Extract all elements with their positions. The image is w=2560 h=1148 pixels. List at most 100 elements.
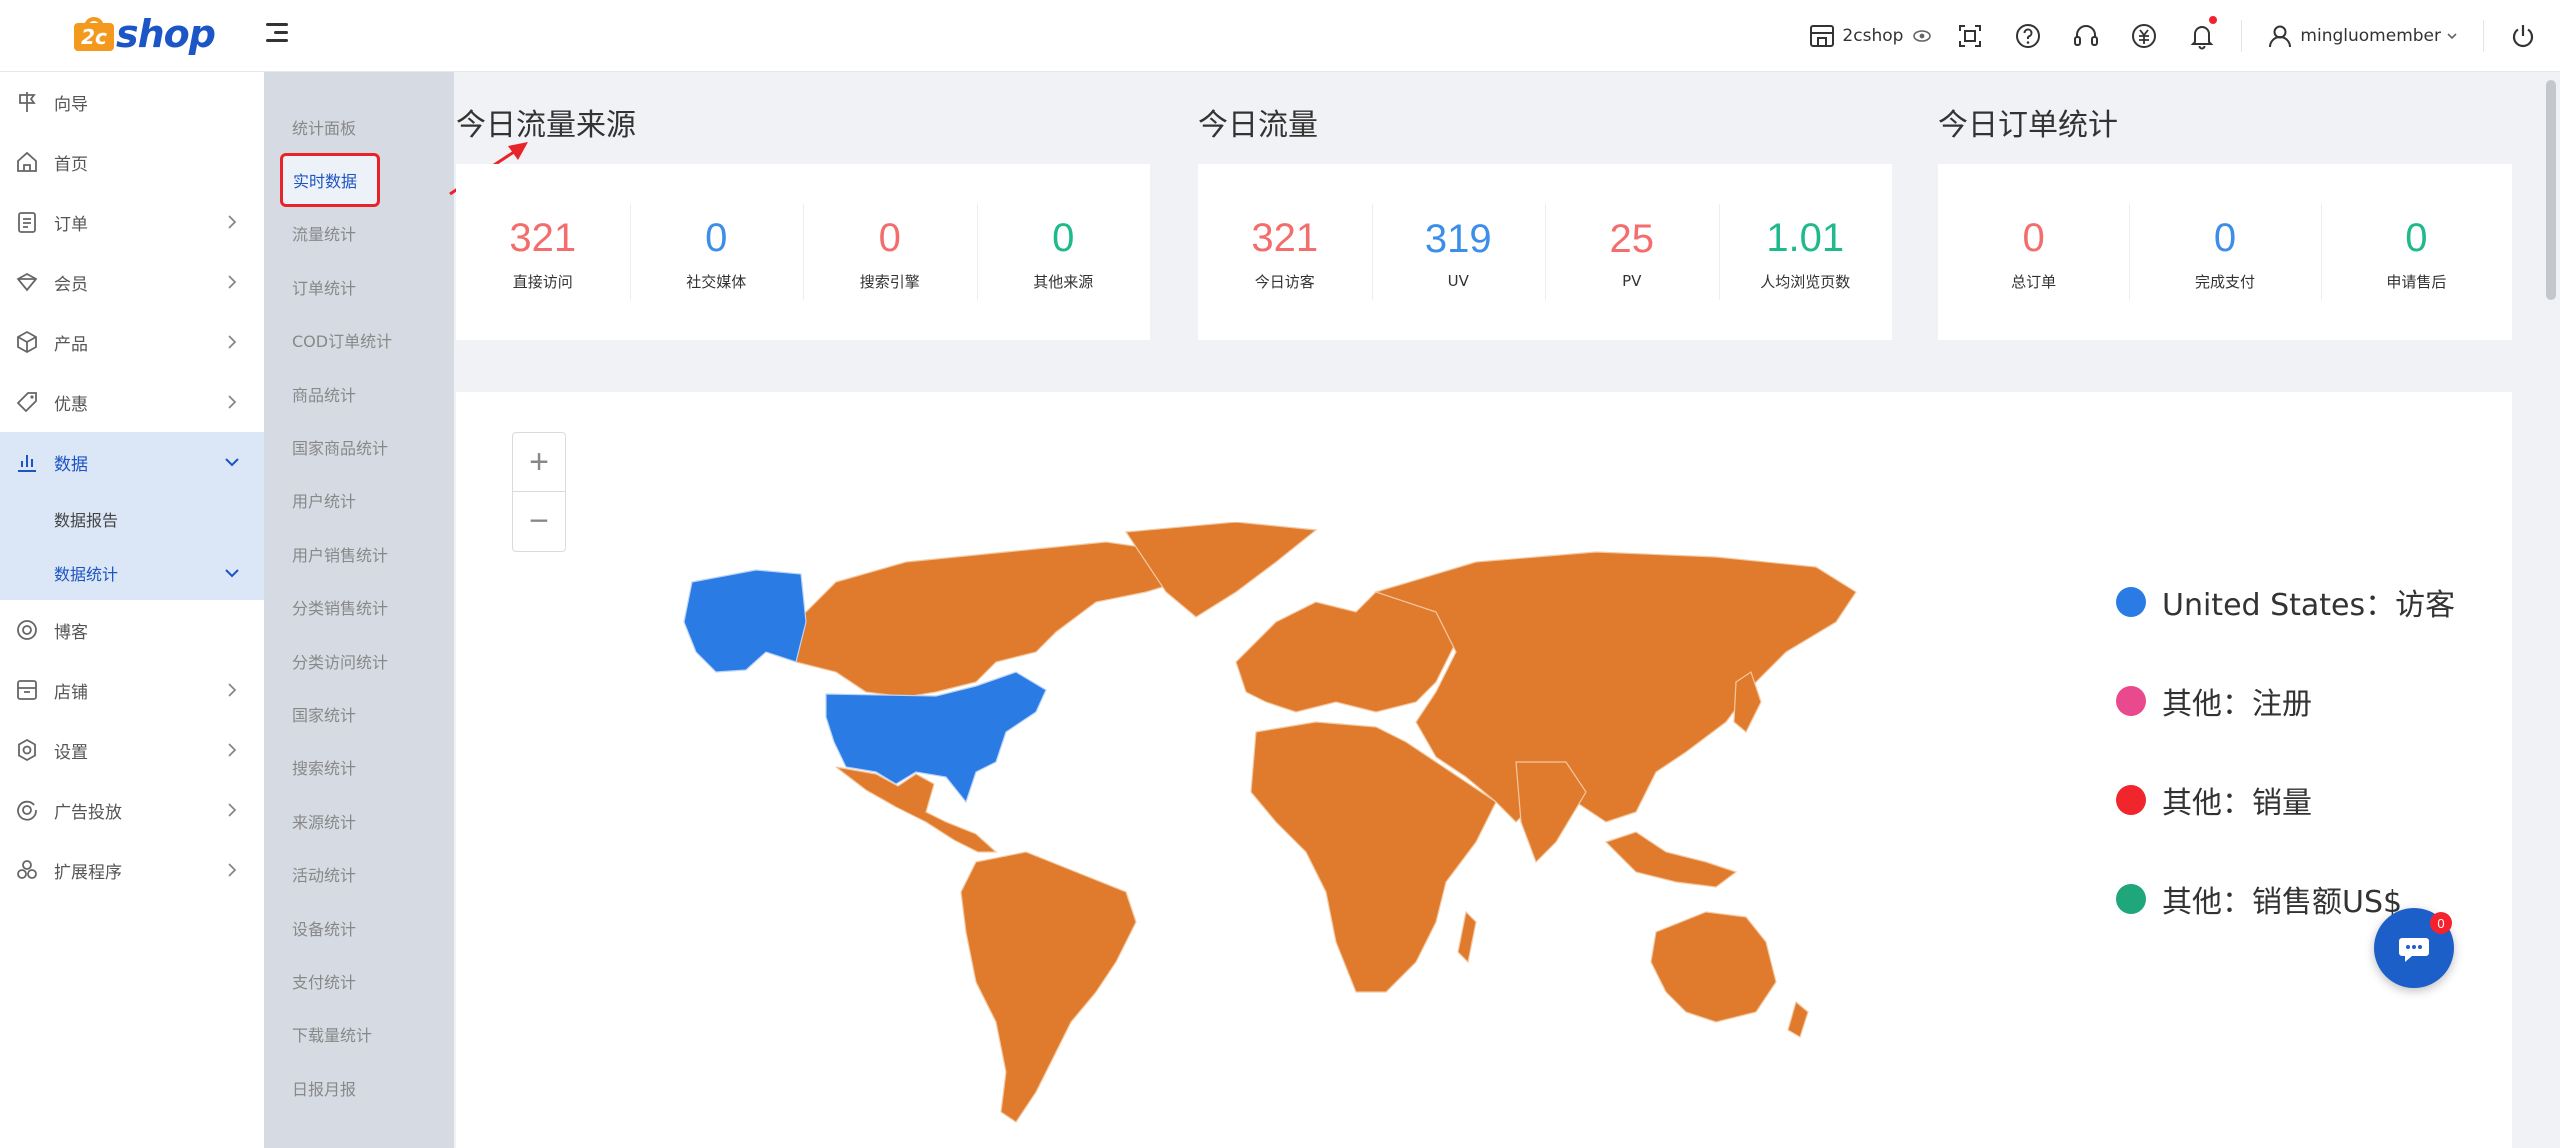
user-menu[interactable]: mingluomember [2252, 0, 2473, 72]
chevron-down-icon [225, 569, 239, 578]
stat-paid-orders: 0 完成支付 [2129, 164, 2320, 340]
legend-item-us-visitors[interactable]: United States：访客 [2116, 552, 2455, 651]
logout-button[interactable] [2494, 0, 2560, 72]
sidebar-item-data[interactable]: 数据 [0, 432, 264, 492]
subnav-item-country-stats[interactable]: 国家统计 [264, 687, 454, 740]
sidebar-item-members[interactable]: 会员 [0, 252, 264, 312]
zoom-out-button[interactable]: − [513, 492, 565, 551]
sidebar-item-blog[interactable]: 博客 [0, 600, 264, 660]
sidebar-subitem-data-report[interactable]: 数据报告 [0, 492, 264, 546]
sidebar-item-settings[interactable]: 设置 [0, 720, 264, 780]
map-europe[interactable] [1235, 591, 1457, 713]
subnav-item-realtime-data[interactable]: 实时数据 [264, 153, 454, 208]
map-legend: United States：访客 其他：注册 其他：销量 其他：销售额US$ [2116, 552, 2455, 948]
sidebar-item-label: 数据 [54, 454, 88, 475]
map-greenland[interactable] [1124, 522, 1318, 618]
map-alaska[interactable] [683, 569, 807, 673]
chevron-right-icon [228, 803, 237, 817]
subnav-item-category-visit-stats[interactable]: 分类访问统计 [264, 634, 454, 687]
subnav-item-daily-monthly-report[interactable]: 日报月报 [264, 1061, 454, 1114]
extension-icon [17, 860, 37, 879]
support-button[interactable] [2057, 0, 2115, 72]
stat-label: 完成支付 [2194, 272, 2255, 291]
sidebar-item-store[interactable]: 店铺 [0, 660, 264, 720]
subnav-item-source-stats[interactable]: 来源统计 [264, 794, 454, 847]
top-header: 2c shop 2cshop mingluomember [0, 0, 2560, 72]
stat-label: 人均浏览页数 [1760, 272, 1851, 291]
subnav-item-payment-stats[interactable]: 支付统计 [264, 954, 454, 1007]
map-south-america[interactable] [960, 851, 1137, 1123]
help-button[interactable] [1999, 0, 2057, 72]
sidebar-item-discounts[interactable]: 优惠 [0, 372, 264, 432]
subnav-item-user-stats[interactable]: 用户统计 [264, 474, 454, 527]
sidebar: 向导 首页 订单 会员 产品 优惠 数据 数据报告 数据统计 博客 店铺 设置 … [0, 72, 264, 1148]
subnav-item-download-stats[interactable]: 下载量统计 [264, 1008, 454, 1061]
world-map[interactable] [676, 522, 2256, 1142]
zoom-in-button[interactable]: + [513, 433, 565, 492]
sidebar-item-ads[interactable]: 广告投放 [0, 780, 264, 840]
eye-icon[interactable] [1911, 27, 1933, 45]
subnav-item-user-sales-stats[interactable]: 用户销售统计 [264, 527, 454, 580]
subnav-item-search-stats[interactable]: 搜索统计 [264, 741, 454, 794]
chat-button[interactable]: 0 [2374, 908, 2454, 988]
stat-label: 其他来源 [1033, 272, 1094, 291]
sidebar-item-orders[interactable]: 订单 [0, 192, 264, 252]
subnav-item-cod-order-stats[interactable]: COD订单统计 [264, 314, 454, 367]
stat-label: 搜索引擎 [859, 272, 920, 291]
page-scrollbar[interactable] [2546, 80, 2556, 300]
map-canada[interactable] [785, 541, 1198, 698]
map-southeast-asia[interactable] [1604, 831, 1738, 888]
subnav-item-campaign-stats[interactable]: 活动统计 [264, 847, 454, 900]
divider [2241, 20, 2243, 52]
chevron-down-icon [225, 458, 239, 467]
world-map-panel: + − United States：访客 其他：注册 其他：销量 其他：销售额U… [456, 392, 2512, 1148]
stat-value: 0 [705, 215, 728, 260]
order-icon [18, 212, 36, 233]
subnav-item-country-product-stats[interactable]: 国家商品统计 [264, 420, 454, 473]
map-new-zealand[interactable] [1787, 1000, 1809, 1038]
sidebar-item-label: 设置 [54, 742, 88, 763]
legend-item-other-sales[interactable]: 其他：销量 [2116, 750, 2455, 849]
logo[interactable]: 2c shop [74, 6, 216, 62]
stat-value: 1.01 [1766, 215, 1845, 260]
chevron-right-icon [228, 275, 237, 289]
stat-label: 今日访客 [1254, 272, 1315, 291]
chart-icon [18, 455, 36, 472]
map-australia[interactable] [1650, 911, 1777, 1023]
orders-card: 0 总订单 0 完成支付 0 申请售后 [1938, 164, 2512, 340]
divider [2483, 20, 2484, 52]
menu-toggle-icon[interactable] [262, 18, 292, 48]
sidebar-item-guide[interactable]: 向导 [0, 72, 264, 132]
subnav-item-traffic-stats[interactable]: 流量统计 [264, 207, 454, 260]
secondary-sidebar: 统计面板 实时数据 流量统计 订单统计 COD订单统计 商品统计 国家商品统计 … [264, 72, 454, 1148]
username: mingluomember [2300, 26, 2441, 46]
guide-icon [19, 92, 36, 112]
sidebar-item-products[interactable]: 产品 [0, 312, 264, 372]
map-india[interactable] [1515, 761, 1587, 864]
sidebar-subitem-data-statistics[interactable]: 数据统计 [0, 546, 264, 600]
subnav-item-device-stats[interactable]: 设备统计 [264, 901, 454, 954]
sidebar-item-home[interactable]: 首页 [0, 132, 264, 192]
subnav-item-dashboard[interactable]: 统计面板 [264, 100, 454, 153]
subnav-item-product-stats[interactable]: 商品统计 [264, 367, 454, 420]
notifications-button[interactable] [2173, 0, 2231, 72]
store-switcher[interactable]: 2cshop [1794, 0, 1941, 72]
map-madagascar[interactable] [1457, 910, 1477, 964]
sidebar-subitem-label: 数据报告 [54, 511, 119, 530]
ads-icon [17, 800, 37, 821]
stat-label: 总订单 [2011, 272, 2057, 291]
chevron-right-icon [228, 863, 237, 877]
sidebar-item-label: 产品 [54, 334, 88, 355]
subnav-item-category-sales-stats[interactable]: 分类销售统计 [264, 581, 454, 634]
chevron-right-icon [228, 215, 237, 229]
sidebar-item-extensions[interactable]: 扩展程序 [0, 840, 264, 900]
currency-button[interactable] [2115, 0, 2173, 72]
stat-label: UV [1447, 272, 1469, 290]
stat-value: 0 [878, 215, 901, 260]
scan-button[interactable] [1941, 0, 1999, 72]
legend-item-other-registrations[interactable]: 其他：注册 [2116, 651, 2455, 750]
subnav-item-order-stats[interactable]: 订单统计 [264, 260, 454, 313]
stat-pv: 25 PV [1545, 164, 1719, 340]
stat-value: 0 [2405, 215, 2428, 260]
chevron-right-icon [228, 395, 237, 409]
